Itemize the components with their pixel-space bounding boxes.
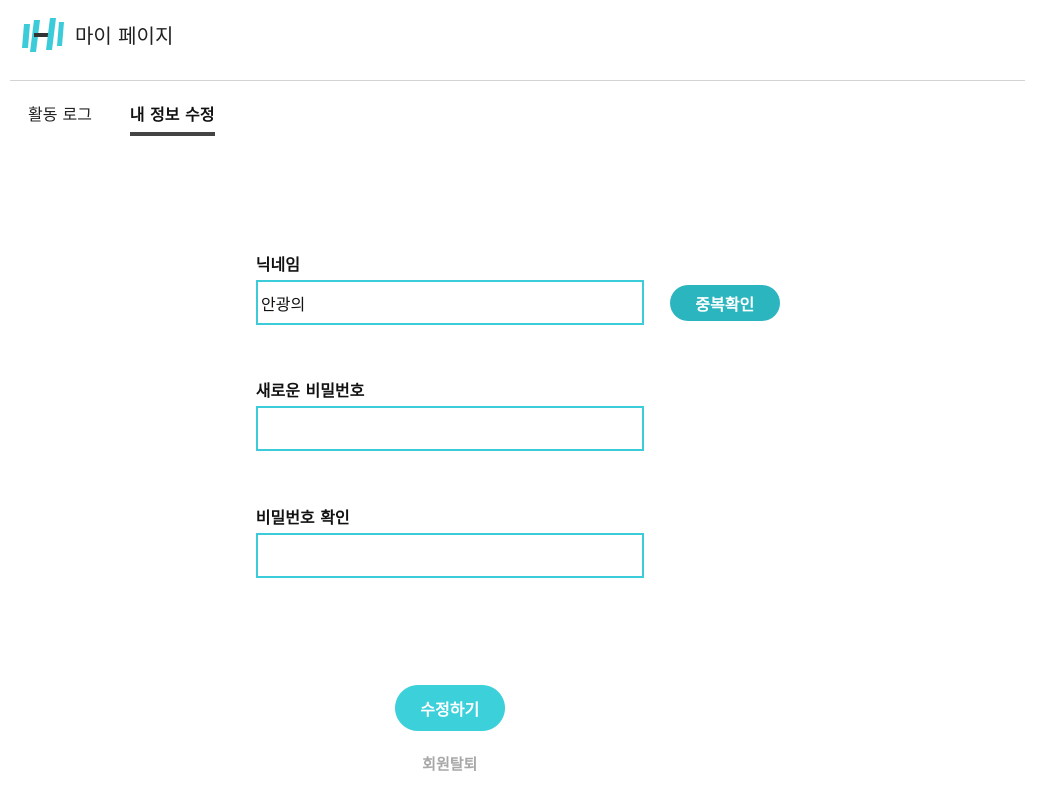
- withdraw-link[interactable]: 회원탈퇴: [395, 753, 505, 775]
- tab-activity-log[interactable]: 활동 로그: [28, 104, 92, 126]
- nickname-input[interactable]: [256, 280, 644, 325]
- confirm-password-input[interactable]: [256, 533, 644, 578]
- confirm-password-label: 비밀번호 확인: [256, 508, 350, 527]
- logo-icon[interactable]: [22, 18, 64, 52]
- page-title: 마이 페이지: [75, 24, 174, 48]
- tab-edit-profile[interactable]: 내 정보 수정: [130, 104, 215, 136]
- duplicate-check-button[interactable]: 중복확인: [670, 285, 780, 321]
- new-password-label: 새로운 비밀번호: [256, 381, 365, 400]
- submit-button[interactable]: 수정하기: [395, 685, 505, 731]
- nickname-label: 닉네임: [256, 255, 301, 274]
- app-header: 마이 페이지: [0, 0, 1043, 80]
- header-divider: [10, 80, 1025, 81]
- new-password-input[interactable]: [256, 406, 644, 451]
